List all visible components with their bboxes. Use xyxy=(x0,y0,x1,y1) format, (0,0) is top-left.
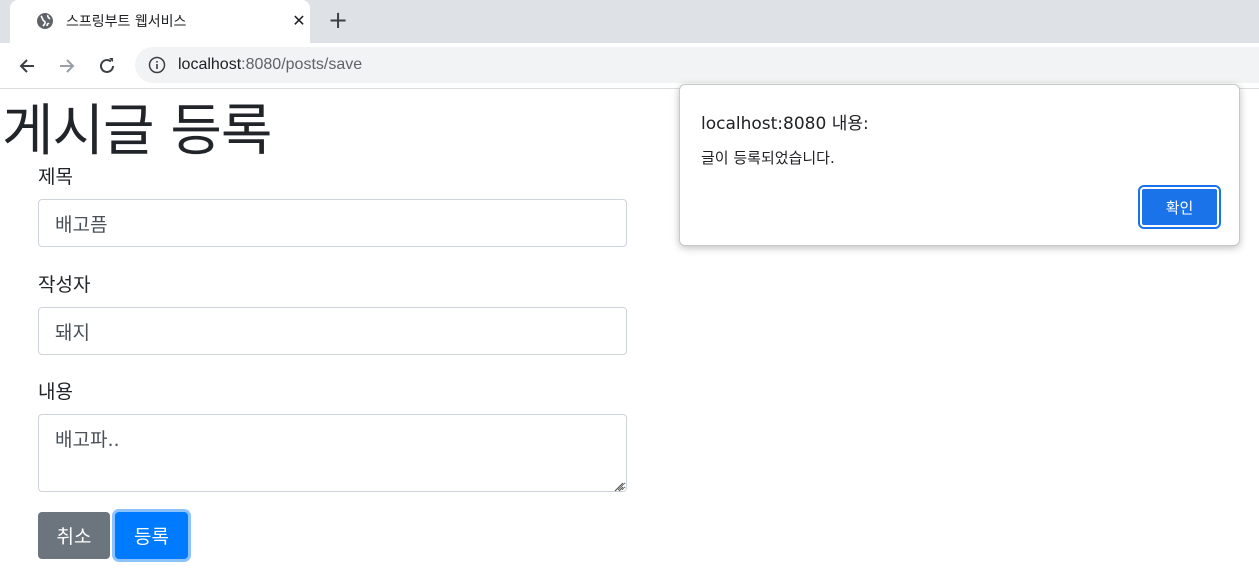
content-label: 내용 xyxy=(38,381,73,403)
url-host: localhost xyxy=(178,56,242,73)
title-input[interactable] xyxy=(38,199,627,247)
submit-button[interactable]: 등록 xyxy=(115,512,188,559)
title-label: 제목 xyxy=(38,166,73,188)
author-label: 작성자 xyxy=(38,274,91,296)
tab-title: 스프링부트 웹서비스 xyxy=(66,14,187,30)
content-textarea[interactable]: 배고파.. xyxy=(38,414,627,492)
resize-handle-icon[interactable] xyxy=(612,477,624,492)
cancel-button[interactable]: 취소 xyxy=(38,512,110,559)
reload-icon[interactable] xyxy=(96,55,118,77)
confirm-button[interactable]: 확인 xyxy=(1138,185,1221,229)
browser-tab[interactable]: 스프링부트 웹서비스 ✕ xyxy=(10,0,310,43)
author-input[interactable] xyxy=(38,307,627,355)
plus-icon[interactable]: + xyxy=(327,8,349,32)
alert-dialog: localhost:8080 내용: 글이 등록되었습니다. 확인 xyxy=(679,84,1240,246)
browser-toolbar: localhost:8080/posts/save xyxy=(0,43,1259,89)
close-icon[interactable]: ✕ xyxy=(290,12,308,30)
dialog-message: 글이 등록되었습니다. xyxy=(701,149,835,167)
info-icon[interactable] xyxy=(148,56,166,74)
forward-arrow-icon[interactable] xyxy=(56,55,78,77)
globe-icon xyxy=(36,12,54,30)
dialog-origin: localhost:8080 내용: xyxy=(701,114,869,134)
address-bar[interactable]: localhost:8080/posts/save xyxy=(135,47,1259,83)
tab-strip: 스프링부트 웹서비스 ✕ + xyxy=(0,0,1259,43)
page-title: 게시글 등록 xyxy=(2,99,272,164)
url-text: localhost:8080/posts/save xyxy=(178,56,362,74)
url-path: :8080/posts/save xyxy=(241,56,363,73)
back-arrow-icon[interactable] xyxy=(16,55,38,77)
